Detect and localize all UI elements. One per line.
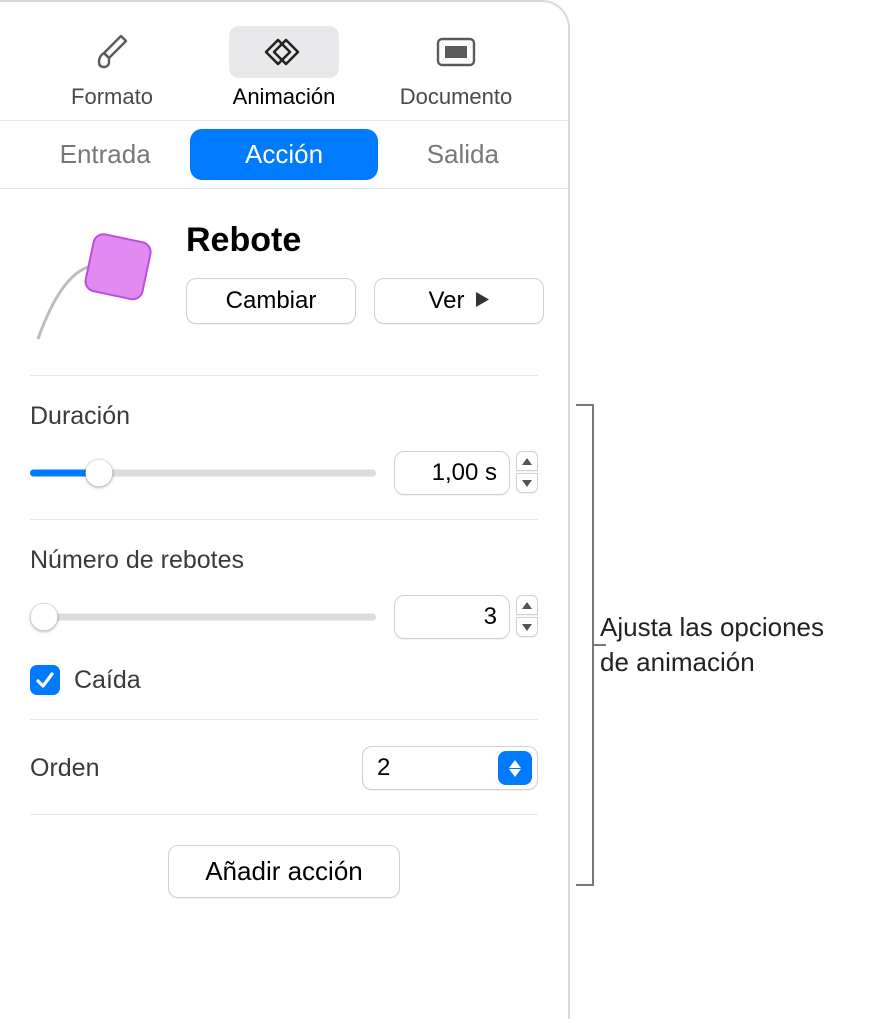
preview-label: Ver	[428, 287, 464, 315]
duration-slider[interactable]	[30, 461, 376, 485]
inspector-panel: Formato Animación Documento Entrada	[0, 0, 570, 1019]
preview-button[interactable]: Ver	[374, 278, 544, 324]
bounces-block: Número de rebotes	[30, 520, 538, 720]
add-action-button[interactable]: Añadir acción	[168, 845, 400, 898]
bounces-label: Número de rebotes	[30, 546, 538, 575]
duration-block: Duración	[30, 376, 538, 520]
order-value: 2	[363, 754, 493, 782]
tab-format-label: Formato	[71, 84, 153, 110]
diamonds-icon	[229, 26, 339, 78]
bounces-step-down[interactable]	[516, 617, 538, 637]
duration-label: Duración	[30, 402, 538, 431]
decay-label: Caída	[74, 666, 141, 695]
play-icon	[475, 287, 490, 315]
inspector-toolbar: Formato Animación Documento	[0, 2, 568, 120]
tab-format[interactable]: Formato	[37, 20, 187, 110]
duration-field[interactable]	[394, 451, 510, 495]
order-block: Orden 2	[30, 720, 538, 815]
decay-checkbox[interactable]	[30, 665, 60, 695]
callout-bracket	[576, 404, 594, 886]
tab-animation-label: Animación	[233, 84, 336, 110]
brush-icon	[57, 26, 167, 78]
tab-build-in[interactable]: Entrada	[20, 129, 190, 180]
duration-step-down[interactable]	[516, 473, 538, 493]
tab-build-out[interactable]: Salida	[378, 129, 548, 180]
tab-action[interactable]: Acción	[190, 129, 377, 180]
order-label: Orden	[30, 754, 99, 783]
effect-title: Rebote	[186, 221, 544, 260]
bounces-field[interactable]	[394, 595, 510, 639]
change-effect-button[interactable]: Cambiar	[186, 278, 356, 324]
tab-animation[interactable]: Animación	[209, 20, 359, 110]
order-select[interactable]: 2	[362, 746, 538, 790]
duration-step-up[interactable]	[516, 451, 538, 471]
document-icon	[401, 26, 511, 78]
bounces-slider[interactable]	[30, 605, 376, 629]
updown-icon	[498, 751, 532, 785]
tab-document[interactable]: Documento	[381, 20, 531, 110]
callout-text: Ajusta las opciones de animación	[600, 610, 860, 680]
effect-thumbnail	[30, 217, 160, 347]
animation-tabs: Entrada Acción Salida	[0, 120, 568, 189]
inspector-body: Rebote Cambiar Ver Duración	[0, 189, 568, 918]
effect-header: Rebote Cambiar Ver	[30, 217, 538, 376]
tab-document-label: Documento	[400, 84, 513, 110]
bounces-step-up[interactable]	[516, 595, 538, 615]
